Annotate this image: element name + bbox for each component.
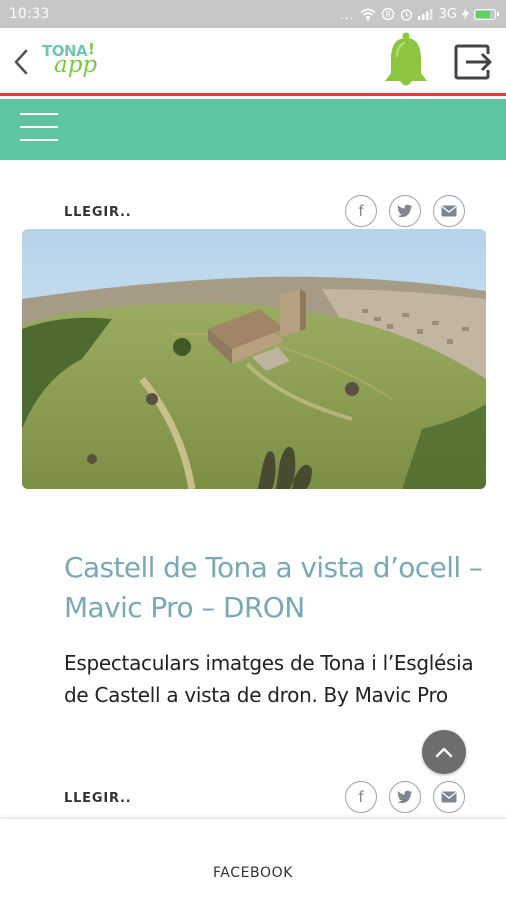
app-header: TONA ! app bbox=[0, 28, 506, 96]
notifications-button[interactable] bbox=[380, 31, 432, 91]
article-description: Espectaculars imatges de Tona i l’Esglés… bbox=[64, 651, 474, 707]
logout-icon bbox=[454, 44, 492, 80]
twitter-icon bbox=[397, 204, 413, 218]
facebook-share-button[interactable]: f bbox=[345, 195, 377, 227]
back-button[interactable] bbox=[8, 46, 34, 78]
logo-text-bottom: app bbox=[54, 52, 98, 78]
email-share-button[interactable] bbox=[433, 781, 465, 813]
logout-button[interactable] bbox=[450, 40, 494, 84]
twitter-share-button[interactable] bbox=[389, 195, 421, 227]
battery-icon bbox=[474, 8, 499, 20]
status-bar: 10:33 ... R 3G bbox=[0, 0, 506, 28]
bell-icon bbox=[385, 32, 427, 86]
email-share-button[interactable] bbox=[433, 195, 465, 227]
data-saver-icon: R bbox=[381, 7, 394, 21]
article-actions: LLEGIR.. f bbox=[0, 195, 506, 229]
alarm-icon bbox=[400, 8, 412, 21]
wifi-icon bbox=[360, 8, 376, 21]
article-image[interactable] bbox=[22, 229, 486, 489]
drone-castle-photo bbox=[22, 229, 486, 489]
tab-facebook[interactable]: FACEBOOK bbox=[0, 865, 506, 881]
twitter-share-button[interactable] bbox=[389, 781, 421, 813]
scroll-to-top-button[interactable] bbox=[422, 730, 466, 774]
battery-level bbox=[476, 10, 491, 18]
facebook-share-button[interactable]: f bbox=[345, 781, 377, 813]
chevron-up-icon bbox=[435, 747, 453, 758]
email-icon bbox=[441, 205, 457, 217]
charging-icon bbox=[462, 8, 469, 20]
article-feed[interactable]: LLEGIR.. f Castell de Tona a vista d’oce… bbox=[0, 160, 506, 820]
email-icon bbox=[441, 791, 457, 803]
article-title[interactable]: Castell de Tona a vista d’ocell – Mavic … bbox=[64, 548, 484, 628]
status-time: 10:33 bbox=[9, 6, 50, 22]
read-more-link[interactable]: LLEGIR.. bbox=[64, 791, 131, 806]
svg-text:R: R bbox=[385, 10, 391, 19]
facebook-icon: f bbox=[358, 788, 364, 806]
chevron-left-icon bbox=[14, 49, 28, 75]
network-type: 3G bbox=[438, 6, 457, 22]
read-more-link[interactable]: LLEGIR.. bbox=[64, 205, 131, 220]
hamburger-icon[interactable] bbox=[20, 113, 58, 143]
twitter-icon bbox=[397, 790, 413, 804]
status-dots: ... bbox=[339, 6, 355, 22]
tona-app-logo[interactable]: TONA ! app bbox=[42, 38, 112, 86]
next-article-actions: LLEGIR.. f bbox=[0, 781, 506, 815]
facebook-icon: f bbox=[358, 202, 364, 220]
bottom-navigation: FACEBOOK bbox=[0, 818, 506, 900]
status-icons: ... R 3G bbox=[339, 4, 499, 24]
menu-bar bbox=[0, 99, 506, 160]
signal-icon bbox=[417, 9, 433, 20]
